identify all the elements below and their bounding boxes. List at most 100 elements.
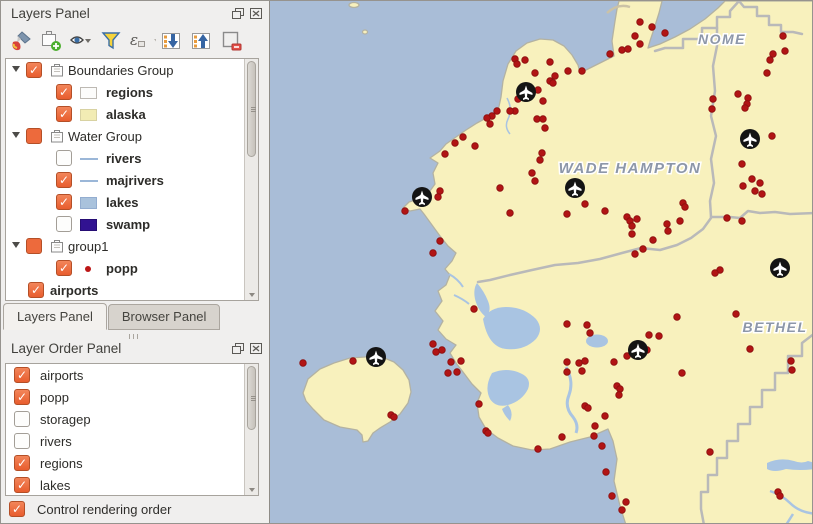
layer-checkbox[interactable]: ✓ xyxy=(28,282,44,298)
popp-point xyxy=(437,238,444,245)
popp-point xyxy=(300,360,307,367)
expand-triangle-icon[interactable] xyxy=(12,66,20,72)
remove-layer-button[interactable] xyxy=(216,28,246,54)
layer-checkbox[interactable] xyxy=(56,150,72,166)
layer-checkbox[interactable]: ✓ xyxy=(56,106,72,122)
order-item-regions[interactable]: ✓ regions xyxy=(6,452,258,474)
tab-layers-panel[interactable]: Layers Panel xyxy=(3,303,107,330)
popp-point xyxy=(602,413,609,420)
popp-point xyxy=(442,151,449,158)
order-checkbox[interactable]: ✓ xyxy=(14,389,30,405)
expand-all-button[interactable] xyxy=(156,28,186,54)
expression-filter-button[interactable]: ε xyxy=(126,28,156,54)
control-rendering-order-checkbox[interactable]: ✓ xyxy=(9,501,25,517)
popp-point xyxy=(632,33,639,40)
scroll-down-icon[interactable] xyxy=(249,488,255,492)
order-scrollbar[interactable] xyxy=(244,364,258,495)
popp-point xyxy=(599,443,606,450)
expand-triangle-icon[interactable] xyxy=(12,132,20,138)
airport-marker xyxy=(770,258,790,278)
order-item-airports[interactable]: ✓airports xyxy=(6,364,258,386)
order-checkbox[interactable] xyxy=(14,411,30,427)
expand-triangle-icon[interactable] xyxy=(12,242,20,248)
tree-item-water-group[interactable]: Water Group xyxy=(6,125,258,147)
tree-item-regions[interactable]: ✓regions xyxy=(6,81,258,103)
popp-point xyxy=(740,183,747,190)
popp-point xyxy=(564,211,571,218)
layer-order-list: ✓airports✓poppstorageprivers✓regions✓lak… xyxy=(5,363,259,496)
order-checkbox[interactable]: ✓ xyxy=(14,477,30,493)
order-checkbox[interactable]: ✓ xyxy=(14,367,30,383)
order-checkbox[interactable] xyxy=(14,433,30,449)
tree-item-alaska[interactable]: ✓alaska xyxy=(6,103,258,125)
popp-point xyxy=(769,133,776,140)
float-panel-icon[interactable] xyxy=(231,7,245,20)
order-label: popp xyxy=(40,390,69,405)
layer-checkbox[interactable] xyxy=(26,128,42,144)
close-panel-icon[interactable] xyxy=(249,342,263,355)
order-checkbox[interactable]: ✓ xyxy=(14,455,30,471)
scroll-down-icon[interactable] xyxy=(249,293,255,297)
float-panel-icon[interactable] xyxy=(231,342,245,355)
tree-item-swamp[interactable]: swamp xyxy=(6,213,258,235)
popp-point xyxy=(662,30,669,37)
popp-point xyxy=(623,499,630,506)
popp-point xyxy=(582,201,589,208)
popp-point xyxy=(437,188,444,195)
popp-point xyxy=(458,358,465,365)
popp-point xyxy=(733,311,740,318)
filter-legend-button[interactable] xyxy=(96,28,126,54)
control-rendering-order-label: Control rendering order xyxy=(37,502,171,517)
popp-point xyxy=(634,216,641,223)
order-item-lakes[interactable]: ✓lakes xyxy=(6,474,258,496)
tree-item-boundaries-group[interactable]: ✓Boundaries Group xyxy=(6,59,258,81)
layer-checkbox[interactable]: ✓ xyxy=(56,260,72,276)
popp-point xyxy=(564,369,571,376)
open-layer-styling-button[interactable] xyxy=(6,28,36,54)
popp-point xyxy=(602,208,609,215)
popp-point xyxy=(682,204,689,211)
tree-scrollbar[interactable] xyxy=(244,59,258,300)
map-canvas[interactable]: NOMEWADE HAMPTONBETHEL xyxy=(269,1,813,524)
manage-visibility-button[interactable] xyxy=(66,28,96,54)
tab-browser-panel[interactable]: Browser Panel xyxy=(108,304,221,330)
tree-scrollbar-thumb[interactable] xyxy=(247,61,256,157)
order-scrollbar-thumb[interactable] xyxy=(247,366,256,430)
tree-item-majrivers[interactable]: ✓majrivers xyxy=(6,169,258,191)
manage-visibility-icon xyxy=(69,29,93,53)
order-item-popp[interactable]: ✓ popp xyxy=(6,386,258,408)
order-item-rivers[interactable]: rivers xyxy=(6,430,258,452)
popp-point xyxy=(764,70,771,77)
collapse-all-button[interactable] xyxy=(186,28,216,54)
layer-checkbox[interactable]: ✓ xyxy=(56,194,72,210)
layer-checkbox[interactable]: ✓ xyxy=(56,84,72,100)
popp-point xyxy=(609,493,616,500)
popp-point xyxy=(576,360,583,367)
add-group-button[interactable] xyxy=(36,28,66,54)
layer-symbol-point xyxy=(85,266,91,272)
layer-checkbox[interactable]: ✓ xyxy=(26,62,42,78)
panel-splitter[interactable] xyxy=(1,332,269,340)
order-label: rivers xyxy=(40,434,72,449)
layer-checkbox[interactable] xyxy=(56,216,72,232)
close-panel-icon[interactable] xyxy=(249,7,263,20)
popp-point xyxy=(745,95,752,102)
popp-point xyxy=(391,414,398,421)
tree-item-group1[interactable]: group1 xyxy=(6,235,258,257)
layer-symbol-line xyxy=(80,180,98,182)
order-item-storagep[interactable]: storagep xyxy=(6,408,258,430)
popp-point xyxy=(402,208,409,215)
tree-item-lakes[interactable]: ✓lakes xyxy=(6,191,258,213)
popp-point xyxy=(782,48,789,55)
add-group-icon xyxy=(39,29,63,53)
order-label: regions xyxy=(40,456,83,471)
popp-point xyxy=(537,157,544,164)
popp-point xyxy=(712,270,719,277)
layer-checkbox[interactable]: ✓ xyxy=(56,172,72,188)
popp-point xyxy=(780,33,787,40)
popp-point xyxy=(632,251,639,258)
layer-checkbox[interactable] xyxy=(26,238,42,254)
tree-item-rivers[interactable]: rivers xyxy=(6,147,258,169)
tree-item-popp[interactable]: ✓popp xyxy=(6,257,258,279)
tree-item-airports[interactable]: ✓airports xyxy=(6,279,258,301)
